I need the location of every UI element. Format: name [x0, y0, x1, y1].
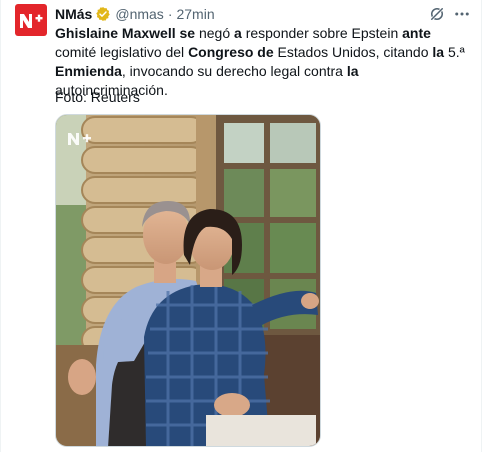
text-run: Enmienda: [55, 63, 122, 79]
display-name[interactable]: NMás: [55, 6, 92, 22]
nmas-logo-icon: [20, 14, 43, 28]
text-run: 5.ª: [444, 44, 465, 60]
photo-image: [56, 115, 320, 446]
avatar[interactable]: [15, 4, 47, 36]
text-run: Ghislaine Maxwell: [55, 25, 176, 41]
text-run: comité legislativo del: [55, 44, 189, 60]
text-run: Estados Unidos, citando: [273, 44, 433, 60]
text-run: responder sobre Epstein: [241, 25, 403, 41]
tweet-card[interactable]: NMás @nmas · 27min Ghislaine Maxwell se …: [0, 0, 482, 452]
text-run: se: [179, 25, 196, 41]
text-run: ante: [402, 25, 431, 41]
text-run: negó: [195, 25, 235, 41]
nmas-watermark-icon: [66, 131, 96, 147]
photo-credit: Foto: Reuters: [55, 89, 140, 105]
separator: ·: [167, 6, 173, 22]
more-options-icon[interactable]: [453, 5, 471, 23]
handle[interactable]: @nmas: [115, 6, 163, 22]
text-run: la: [432, 44, 445, 60]
grok-icon[interactable]: [428, 5, 446, 23]
text-run: la: [346, 63, 359, 79]
verified-badge-icon: [95, 6, 111, 22]
tweet-photo[interactable]: [55, 114, 321, 447]
text-run: a: [234, 25, 242, 41]
text-run: , invocando su derecho legal contra: [121, 63, 347, 79]
tweet-header: NMás @nmas · 27min: [55, 5, 215, 23]
text-run: Congreso de: [188, 44, 274, 60]
timestamp[interactable]: 27min: [176, 6, 214, 22]
